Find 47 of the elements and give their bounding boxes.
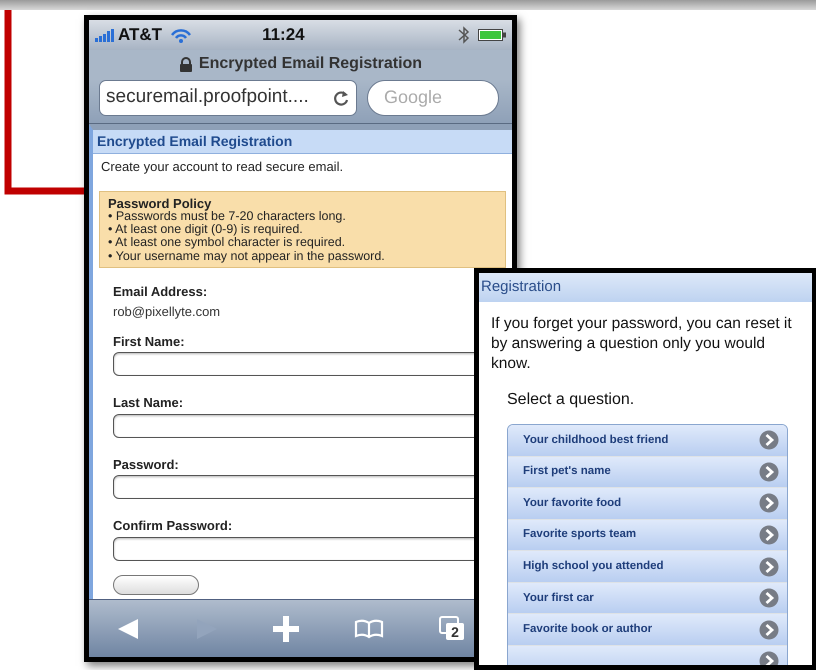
chevron-icon (759, 620, 779, 640)
url-text: securemail.proofpoint.... (106, 85, 309, 110)
field-label: Confirm Password: (113, 517, 232, 536)
field-label: First Name: (113, 332, 185, 351)
book-icon[interactable] (354, 618, 384, 639)
pill-button[interactable] (113, 574, 199, 595)
policy-rule: • At least one digit (0-9) is required. (108, 223, 304, 236)
question-item[interactable]: Your childhood best friend (508, 424, 787, 457)
policy-rule: • Passwords must be 7-20 characters long. (108, 210, 347, 224)
battery-icon (478, 29, 506, 41)
lock-icon (178, 56, 193, 72)
wifi-icon (170, 28, 192, 42)
field-label: Email Address: (113, 282, 208, 301)
bluetooth-icon (457, 25, 470, 45)
chevron-icon (759, 588, 779, 608)
question-item[interactable]: Your first car (508, 582, 787, 614)
field-label: Password: (113, 456, 179, 474)
address-field[interactable]: securemail.proofpoint.... (99, 80, 357, 116)
policy-rule: • At least one symbol character is required. (108, 236, 346, 250)
policy-title: Password Policy (108, 196, 212, 210)
instruction-text: If you forget your password, you can reset it by answering a question only you would know. (490, 314, 793, 374)
chevron-icon (759, 430, 779, 450)
carrier-name: AT&T (118, 24, 162, 46)
chevron-icon (759, 493, 779, 514)
question-item[interactable]: High school you attended (508, 551, 787, 583)
signal-icon (95, 28, 114, 42)
prompt-text: Select a question. (506, 390, 636, 410)
chevron-icon (759, 525, 779, 545)
search-field[interactable]: Google (367, 80, 499, 116)
back-icon[interactable] (116, 616, 140, 640)
question-item[interactable]: Your favorite food (508, 488, 787, 520)
chevron-icon (759, 651, 779, 665)
field-label: Last Name: (113, 394, 184, 412)
question-item[interactable]: First pet's name (508, 456, 787, 488)
page-title: Encrypted Email Registration (198, 54, 422, 74)
section-header: Encrypted Email Registration (93, 130, 512, 154)
plus-icon[interactable] (273, 616, 300, 642)
intro-text: Create your account to read secure email. (100, 158, 344, 176)
chevron-icon (759, 462, 779, 482)
section-header: Registration (479, 273, 812, 302)
question-item[interactable]: Favorite book or author (508, 614, 787, 646)
chevron-icon (759, 556, 779, 577)
reload-icon[interactable] (333, 88, 350, 106)
email-value: rob@pixellyte.com (113, 303, 220, 322)
clock-time: 11:24 (262, 24, 305, 46)
policy-rule: • Your username may not appear in the password. (108, 250, 386, 263)
question-item[interactable]: Favorite sports team (508, 520, 787, 552)
